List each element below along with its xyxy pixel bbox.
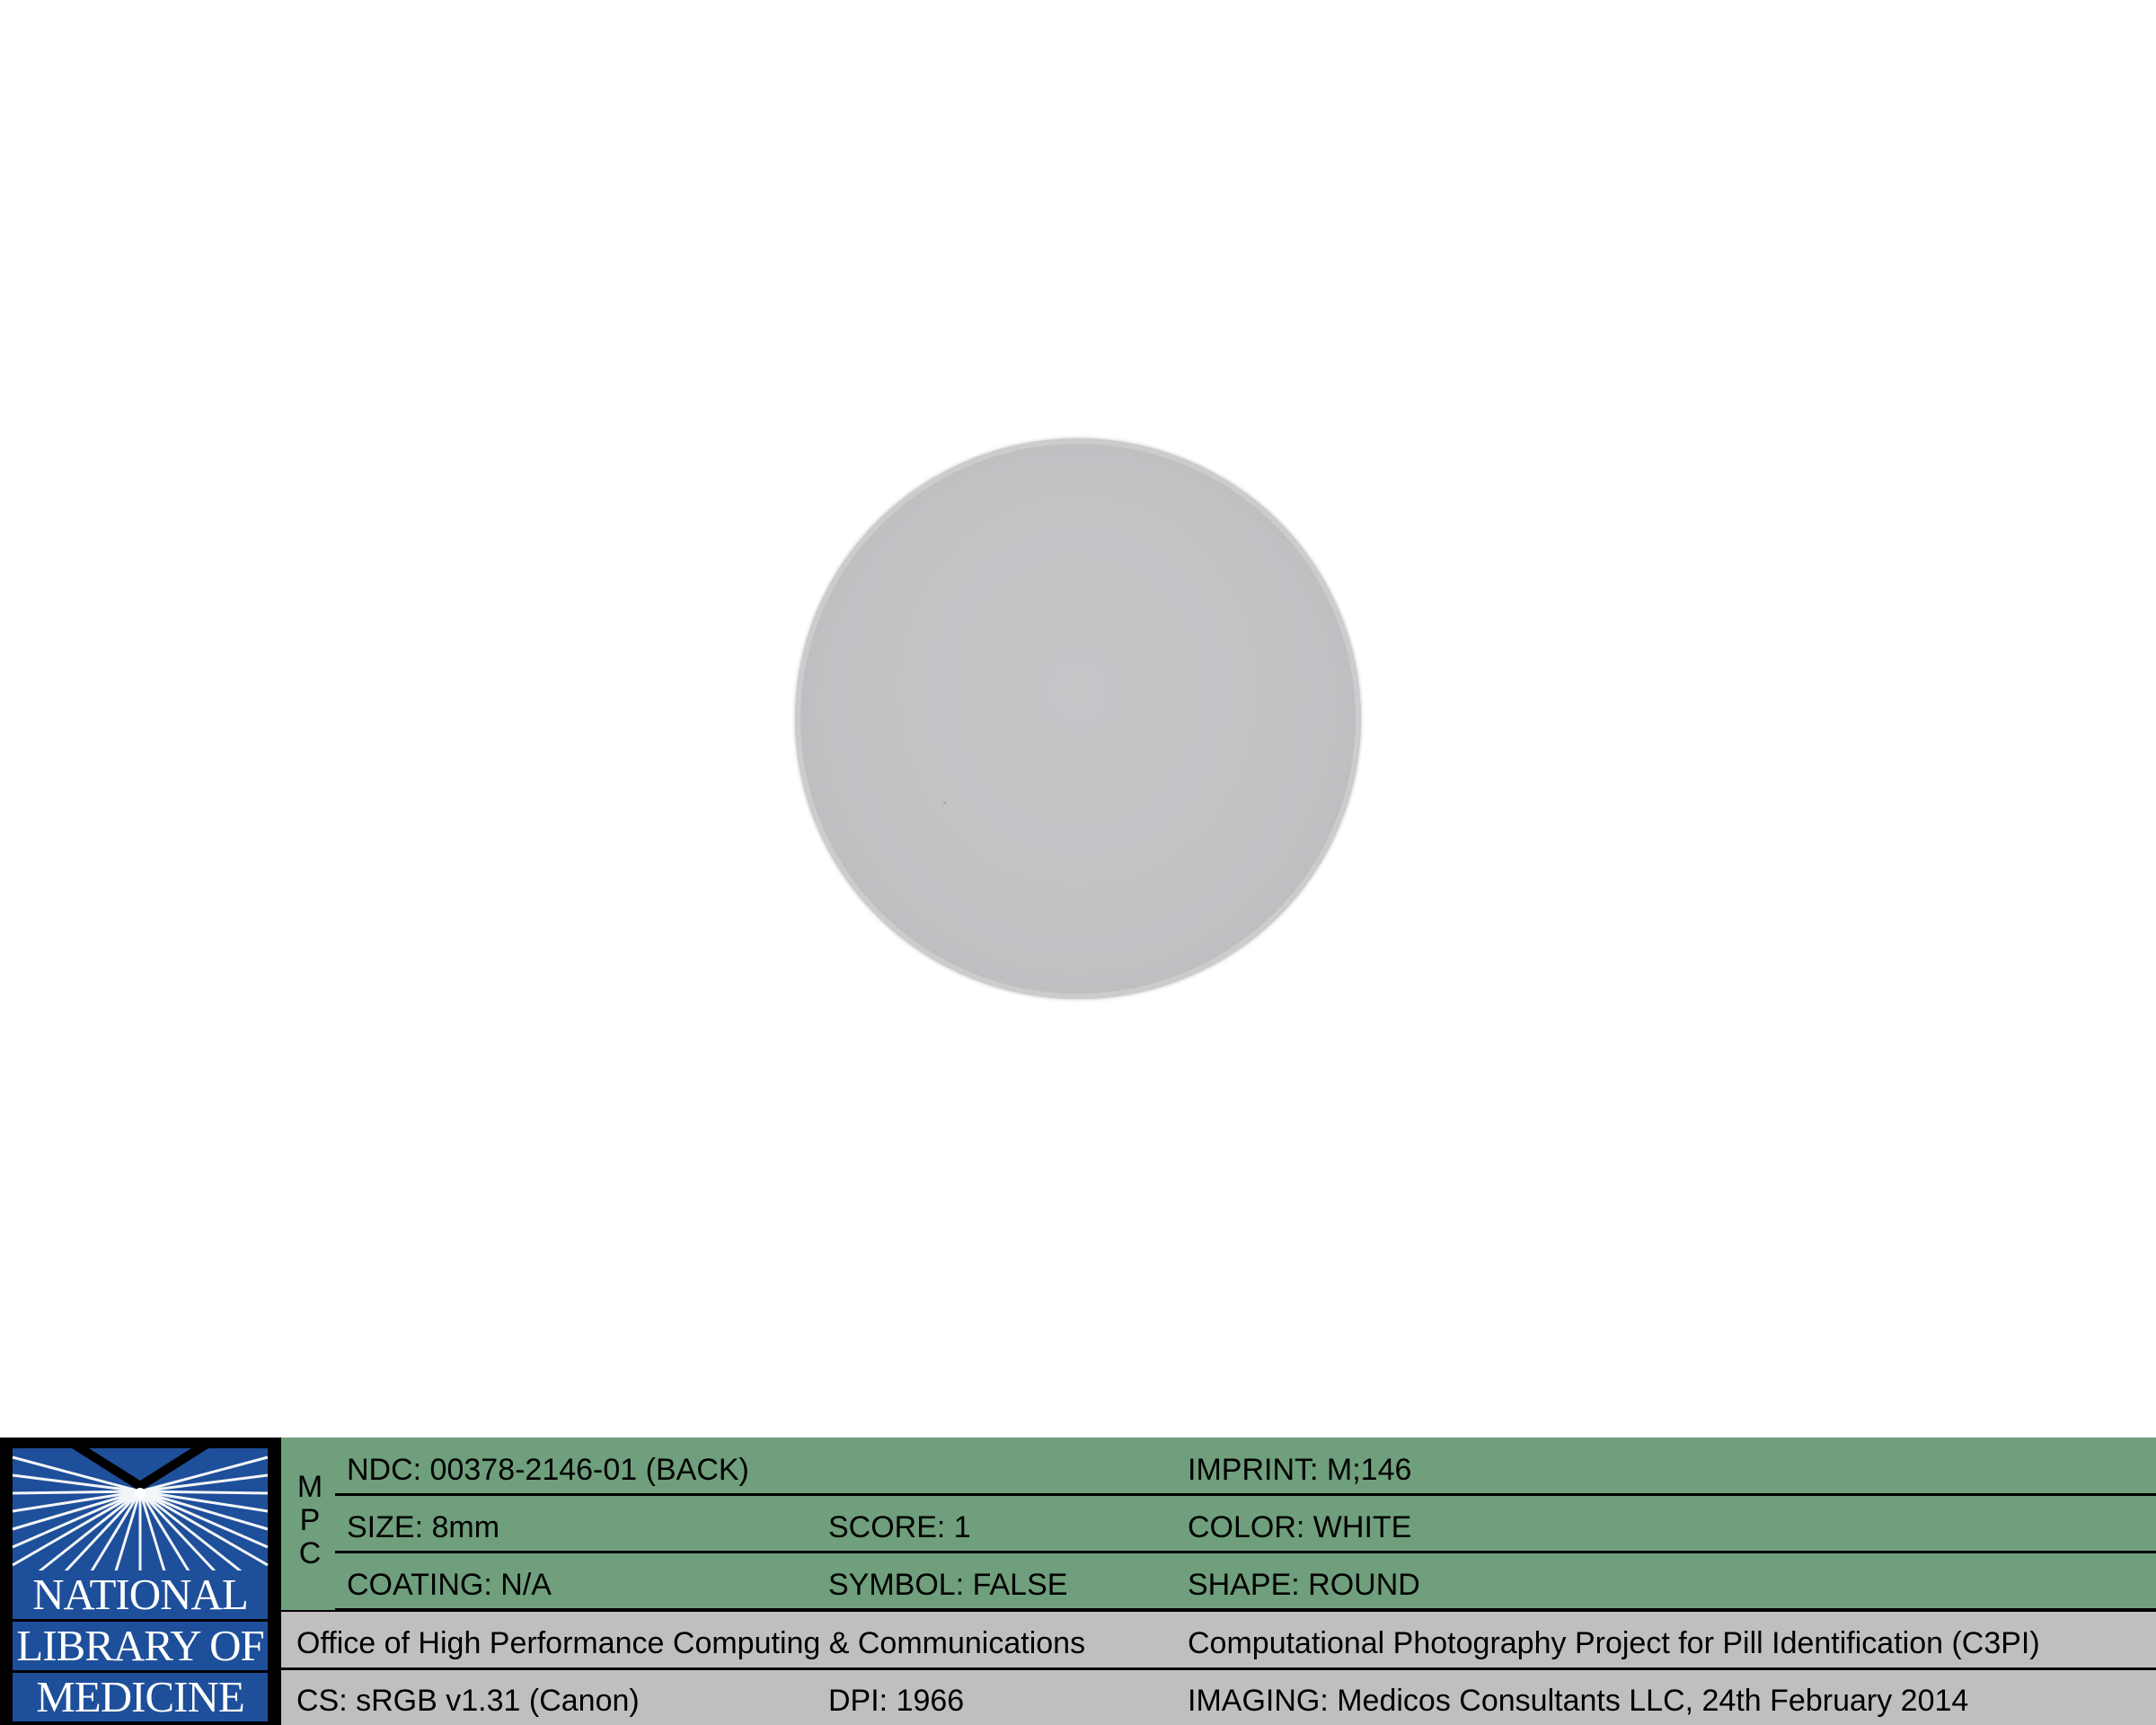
- pill-speck: [943, 801, 946, 804]
- mpc-letter-m: M: [296, 1470, 323, 1504]
- info-row-office: Office of High Performance Computing & C…: [281, 1610, 2156, 1670]
- cs-text: CS: sRGB v1.31 (Canon): [296, 1684, 640, 1718]
- logo-text-library-of: LIBRARY OF: [13, 1622, 268, 1670]
- size-text: SIZE: 8mm: [347, 1510, 500, 1544]
- info-row-size: SIZE: 8mm SCORE: 1 COLOR: WHITE: [335, 1496, 2156, 1553]
- mpc-letter-c: C: [298, 1536, 322, 1570]
- info-row-ndc: NDC: 00378-2146-01 (BACK) IMPRINT: M;146: [335, 1438, 2156, 1496]
- ndc-text: NDC: 00378-2146-01 (BACK): [347, 1453, 749, 1487]
- logo-text-medicine: MEDICINE: [13, 1673, 268, 1721]
- dpi-text: DPI: 1966: [828, 1684, 965, 1718]
- nlm-logo: NATIONAL LIBRARY OF MEDICINE: [0, 1438, 281, 1725]
- info-row-coating: COATING: N/A SYMBOL: FALSE SHAPE: ROUND: [335, 1553, 2156, 1608]
- photo-area: [0, 0, 2156, 1438]
- score-text: SCORE: 1: [828, 1510, 971, 1544]
- mpc-letter-p: P: [299, 1503, 321, 1537]
- logo-text-national: NATIONAL: [13, 1570, 268, 1619]
- pill-image: [795, 438, 1361, 999]
- imaging-text: IMAGING: Medicos Consultants LLC, 24th F…: [1188, 1684, 1969, 1718]
- info-row-cs: CS: sRGB v1.31 (Canon) DPI: 1966 IMAGING…: [281, 1670, 2156, 1725]
- symbol-text: SYMBOL: FALSE: [828, 1568, 1068, 1602]
- color-text: COLOR: WHITE: [1188, 1510, 1412, 1544]
- imprint-text: IMPRINT: M;146: [1188, 1453, 1412, 1487]
- project-text: Computational Photography Project for Pi…: [1188, 1626, 2040, 1660]
- shape-text: SHAPE: ROUND: [1188, 1568, 1420, 1602]
- office-text: Office of High Performance Computing & C…: [296, 1626, 1086, 1660]
- mpc-label: M P C: [281, 1438, 335, 1610]
- info-panel: NATIONAL LIBRARY OF MEDICINE M P C NDC: …: [0, 1438, 2156, 1725]
- coating-text: COATING: N/A: [347, 1568, 552, 1602]
